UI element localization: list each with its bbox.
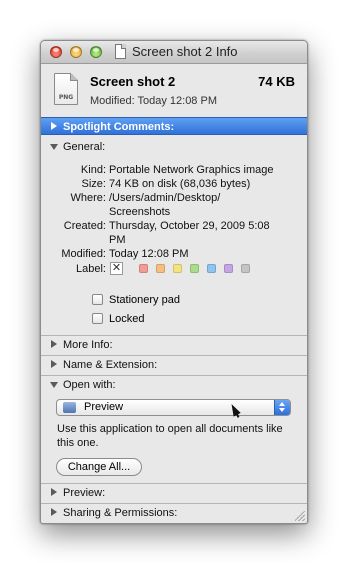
document-proxy-icon[interactable] (115, 44, 126, 59)
disclosure-triangle-icon[interactable] (51, 360, 57, 368)
label-purple-swatch[interactable] (224, 264, 233, 273)
created-key: Created: (63, 220, 106, 232)
close-button[interactable] (50, 46, 62, 58)
section-label: Name & Extension: (63, 359, 158, 371)
where-value: /Users/admin/Desktop/ (109, 192, 221, 204)
modified-key: Modified: (61, 248, 106, 260)
disclosure-triangle-icon[interactable] (51, 340, 57, 348)
label-green-swatch[interactable] (190, 264, 199, 273)
disclosure-triangle-icon[interactable] (51, 122, 57, 130)
stationery-label: Stationery pad (109, 294, 180, 306)
change-all-button[interactable]: Change All... (56, 458, 142, 476)
open-with-app: Preview (84, 401, 124, 413)
file-header: PNG Screen shot 2 74 KB Modified: Today … (41, 64, 307, 117)
label-blue-swatch[interactable] (207, 264, 216, 273)
section-preview[interactable]: Preview: (41, 483, 307, 501)
section-label: Sharing & Permissions: (63, 507, 178, 519)
section-label: More Info: (63, 339, 113, 351)
open-with-popup[interactable]: Preview (56, 399, 291, 416)
popup-arrows-icon[interactable] (274, 400, 290, 415)
section-label: General: (63, 141, 106, 153)
zoom-button[interactable] (90, 46, 102, 58)
section-sharing-permissions[interactable]: Sharing & Permissions: (41, 503, 307, 521)
locked-checkbox[interactable] (92, 313, 103, 324)
info-window: Screen shot 2 Info PNG Screen shot 2 74 … (40, 40, 308, 524)
modified-value: Today 12:08 PM (109, 248, 189, 260)
minimize-button[interactable] (70, 46, 82, 58)
kind-value: Portable Network Graphics image (109, 164, 274, 176)
label-gray-swatch[interactable] (241, 264, 250, 273)
section-label: Preview: (63, 487, 106, 499)
disclosure-triangle-icon[interactable] (51, 508, 57, 516)
resize-grip-icon[interactable] (295, 511, 305, 521)
section-spotlight-comments[interactable]: Spotlight Comments: (41, 117, 307, 135)
where-value-cont: Screenshots (109, 206, 171, 218)
label-red-swatch[interactable] (139, 264, 148, 273)
section-general[interactable]: General: (41, 138, 307, 156)
open-with-help: Use this application to open all documen… (57, 423, 283, 449)
section-name-extension[interactable]: Name & Extension: (41, 355, 307, 373)
file-modified: Modified: Today 12:08 PM (90, 95, 217, 107)
label-key: Label: (76, 263, 106, 275)
label-yellow-swatch[interactable] (173, 264, 182, 273)
disclosure-triangle-icon[interactable] (50, 144, 58, 150)
size-key: Size: (81, 178, 106, 190)
disclosure-triangle-icon[interactable] (50, 382, 58, 388)
created-value: Thursday, October 29, 2009 5:08 (109, 220, 270, 232)
window-title: Screen shot 2 Info (132, 44, 238, 59)
section-more-info[interactable]: More Info: (41, 335, 307, 353)
title-bar[interactable]: Screen shot 2 Info (41, 41, 307, 64)
file-type-badge: PNG (58, 94, 74, 101)
file-name: Screen shot 2 (90, 74, 176, 89)
file-size: 74 KB (258, 74, 295, 89)
section-open-with[interactable]: Open with: (41, 375, 307, 393)
label-none-swatch[interactable]: ✕ (110, 262, 123, 275)
section-label: Open with: (63, 379, 116, 391)
preview-app-icon (63, 402, 76, 413)
section-label: Spotlight Comments: (63, 121, 175, 133)
disclosure-triangle-icon[interactable] (51, 488, 57, 496)
label-orange-swatch[interactable] (156, 264, 165, 273)
stationery-checkbox[interactable] (92, 294, 103, 305)
where-key: Where: (70, 192, 106, 204)
png-file-icon: PNG (54, 73, 78, 105)
kind-key: Kind: (80, 164, 106, 176)
created-value-cont: PM (109, 234, 126, 246)
locked-label: Locked (109, 313, 145, 325)
size-value: 74 KB on disk (68,036 bytes) (109, 178, 251, 190)
